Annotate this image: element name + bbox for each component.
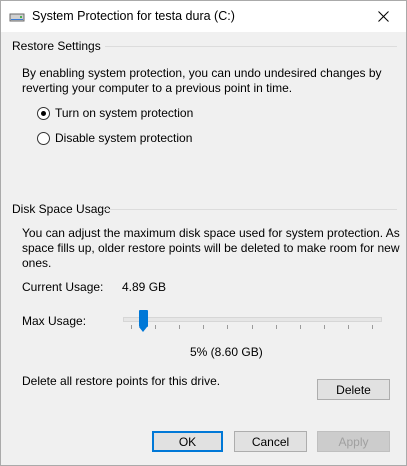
slider-tick	[131, 325, 132, 329]
radio-unselected-icon	[37, 131, 50, 145]
slider-tick	[227, 325, 229, 329]
slider-tick	[347, 325, 349, 329]
title-bar: System Protection for testa dura (C:)	[1, 1, 406, 32]
slider-tick	[372, 325, 373, 329]
radio-label: Turn on system protection	[55, 106, 194, 120]
restore-description: By enabling system protection, you can u…	[22, 66, 382, 96]
slider-tick	[155, 325, 157, 329]
close-button[interactable]	[361, 1, 406, 32]
current-usage-value: 4.89 GB	[122, 280, 167, 294]
delete-description: Delete all restore points for this drive…	[22, 374, 221, 388]
max-usage-readout: 5% (8.60 GB)	[190, 345, 263, 359]
cancel-button[interactable]: Cancel	[234, 431, 307, 452]
delete-button[interactable]: Delete	[317, 379, 390, 400]
close-icon	[378, 11, 389, 22]
slider-tick	[179, 325, 181, 329]
disk-description-line: space fills up, older restore points wil…	[22, 241, 400, 255]
restore-settings-divider	[105, 46, 397, 47]
radio-turn-on-protection[interactable]: Turn on system protection	[37, 106, 193, 120]
disk-description: You can adjust the maximum disk space us…	[22, 226, 400, 271]
disk-usage-heading: Disk Space Usage	[12, 202, 111, 216]
radio-label: Disable system protection	[55, 131, 193, 145]
system-protection-dialog: System Protection for testa dura (C:) Re…	[0, 0, 407, 466]
slider-tick	[203, 325, 205, 329]
apply-button: Apply	[317, 431, 390, 452]
disk-usage-divider	[103, 209, 397, 210]
slider-tick	[323, 325, 325, 329]
drive-icon	[9, 13, 25, 22]
window-title: System Protection for testa dura (C:)	[32, 9, 235, 23]
disk-description-line: You can adjust the maximum disk space us…	[22, 226, 400, 240]
radio-disable-protection[interactable]: Disable system protection	[37, 131, 192, 145]
disk-description-line: ones.	[22, 256, 52, 270]
slider-tick	[299, 325, 301, 329]
restore-settings-heading: Restore Settings	[12, 39, 101, 53]
max-usage-slider-track[interactable]	[123, 317, 382, 322]
current-usage-label: Current Usage:	[22, 280, 104, 294]
restore-description-line: By enabling system protection, you can u…	[22, 66, 382, 80]
ok-button[interactable]: OK	[152, 431, 223, 452]
restore-description-line: reverting your computer to a previous po…	[22, 81, 293, 95]
max-usage-slider-thumb[interactable]	[138, 310, 148, 332]
max-usage-label: Max Usage:	[22, 314, 87, 328]
radio-selected-icon	[37, 106, 50, 120]
slider-tick	[251, 325, 253, 329]
slider-tick	[275, 325, 277, 329]
